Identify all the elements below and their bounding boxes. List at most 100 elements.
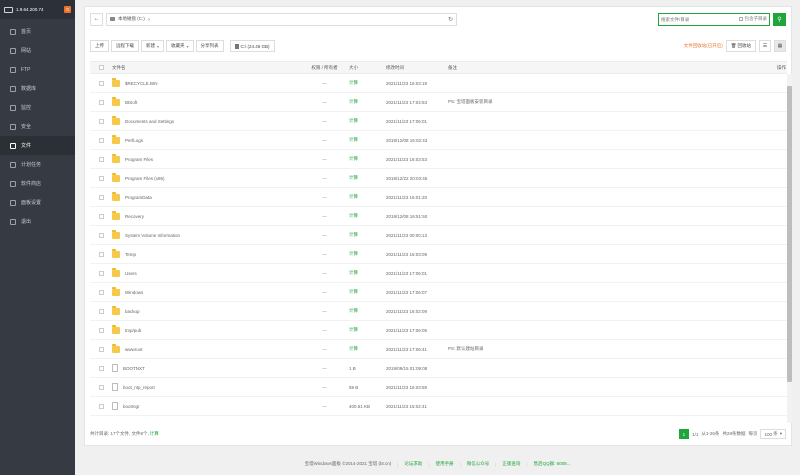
row-checkbox[interactable] [98, 137, 104, 143]
file-name[interactable]: ProgramData [125, 195, 152, 200]
sidebar-item-5[interactable]: 安全 [0, 117, 75, 136]
file-size[interactable]: 计算 [349, 346, 386, 352]
row-checkbox[interactable] [98, 194, 104, 200]
row-checkbox[interactable] [98, 346, 104, 352]
table-row[interactable]: BOOTNXT --- 1 B 2019/09/15 01:09:08 [90, 359, 787, 378]
footer-link[interactable]: 售后QQ群: 6008... [534, 461, 571, 467]
table-row[interactable]: bootmgr --- 400.51 KB 2021/11/23 15:02:41 [90, 397, 787, 416]
file-size[interactable]: 计算 [349, 194, 386, 200]
page-current[interactable]: 1 [678, 429, 690, 439]
select-all-checkbox[interactable] [98, 65, 104, 70]
file-name[interactable]: backup [125, 309, 140, 314]
file-name[interactable]: Temp [125, 252, 136, 257]
upload-button[interactable]: 上传 [90, 40, 109, 52]
file-size[interactable]: 计算 [349, 308, 386, 314]
share-list-button[interactable]: 分享列表 [195, 40, 224, 52]
sidebar-item-8[interactable]: 软件商店 [0, 174, 75, 193]
row-checkbox[interactable] [98, 156, 104, 162]
file-name-cell[interactable]: Temp [112, 249, 300, 258]
row-checkbox[interactable] [98, 213, 104, 219]
table-row[interactable]: PerfLogs --- 计算 2019/12/08 16:02:43 [90, 131, 787, 150]
table-row[interactable]: tmp/pub --- 计算 2021/11/23 17:06:05 [90, 321, 787, 340]
file-name[interactable]: Recovery [125, 214, 144, 219]
refresh-icon[interactable]: ↻ [448, 16, 453, 23]
table-row[interactable]: ProgramData --- 计算 2021/11/23 16:01:20 [90, 188, 787, 207]
row-checkbox[interactable] [98, 175, 104, 181]
grid-view-button[interactable]: ▦ [774, 40, 786, 52]
subdir-checkbox[interactable] [738, 17, 743, 21]
file-size[interactable]: 计算 [349, 118, 386, 124]
table-row[interactable]: Program Files (x86) --- 计算 2019/12/22 20:03… [90, 169, 787, 188]
file-size[interactable]: 计算 [349, 175, 386, 181]
file-name-cell[interactable]: Recovery [112, 211, 300, 220]
table-row[interactable]: Program Files --- 计算 2021/11/23 16:03:53 [90, 150, 787, 169]
col-date[interactable]: 修改时间 [386, 65, 448, 71]
table-row[interactable]: backup --- 计算 2021/11/23 16:02:09 [90, 302, 787, 321]
sidebar-item-0[interactable]: 首页 [0, 22, 75, 41]
sidebar-item-10[interactable]: 退出 [0, 212, 75, 231]
table-row[interactable]: Documents and Settings --- 计算 2021/11/23 17… [90, 112, 787, 131]
file-name[interactable]: boot_ntp_report [123, 385, 155, 390]
file-name-cell[interactable]: wwwroot [112, 344, 300, 353]
search-input[interactable] [661, 16, 737, 22]
file-name-cell[interactable]: $RECYCLE.BIN [112, 78, 300, 87]
file-name[interactable]: wwwroot [125, 347, 143, 352]
file-name-cell[interactable]: backup [112, 306, 300, 315]
row-checkbox[interactable] [98, 80, 104, 86]
file-name-cell[interactable]: Users [112, 268, 300, 277]
file-name[interactable]: System Volume Information [125, 233, 180, 238]
row-checkbox[interactable] [98, 289, 104, 295]
file-size[interactable]: 计算 [349, 99, 386, 105]
sidebar-item-6[interactable]: 文件 [0, 136, 75, 155]
notification-badge[interactable]: 0 [64, 6, 71, 13]
file-name[interactable]: tmp/pub [125, 328, 141, 333]
back-button[interactable]: ← [90, 12, 103, 26]
table-row[interactable]: $RECYCLE.BIN --- 计算 2021/11/23 16:03:19 [90, 74, 787, 93]
favorites-button[interactable]: 收藏夹 ▾ [166, 40, 194, 52]
table-row[interactable]: BtSoft --- 计算 2021/11/23 17:04:53 PS: 宝塔面板安装… [90, 93, 787, 112]
row-checkbox[interactable] [98, 118, 104, 124]
row-checkbox[interactable] [98, 270, 104, 276]
sidebar-item-9[interactable]: 面板设置 [0, 193, 75, 212]
recycle-bin-button[interactable]: 🗑 回收站 [725, 40, 756, 52]
sidebar-item-4[interactable]: 监控 [0, 98, 75, 117]
calc-link[interactable]: 计算 [150, 431, 159, 437]
file-name[interactable]: Users [125, 271, 137, 276]
file-name-cell[interactable]: ProgramData [112, 192, 300, 201]
file-name-cell[interactable]: BOOTNXT [112, 364, 300, 372]
sidebar-item-1[interactable]: 网站 [0, 41, 75, 60]
file-name[interactable]: bootmgr [123, 404, 140, 409]
table-row[interactable]: System Volume Information --- 计算 2021/11/23… [90, 226, 787, 245]
new-button[interactable]: 新建 ▾ [141, 40, 165, 52]
table-row[interactable]: wwwroot --- 计算 2021/11/23 17:06:41 PS: 默认建站目… [90, 340, 787, 359]
file-name[interactable]: Documents and Settings [125, 119, 174, 124]
disk-button[interactable]: C:\ (24.46 GB) [229, 40, 275, 52]
per-page-select[interactable]: 100 条 ▾ [760, 429, 786, 439]
file-name-cell[interactable]: tmp/pub [112, 325, 300, 334]
search-button[interactable]: ⚲ [773, 12, 786, 26]
file-name-cell[interactable]: Documents and Settings [112, 116, 300, 125]
file-name[interactable]: BtSoft [125, 100, 137, 105]
scrollbar-thumb[interactable] [787, 86, 792, 382]
file-name[interactable]: Program Files [125, 157, 153, 162]
file-name[interactable]: BOOTNXT [123, 366, 145, 371]
file-size[interactable]: 计算 [349, 232, 386, 238]
file-size[interactable]: 计算 [349, 80, 386, 86]
file-size[interactable]: 计算 [349, 137, 386, 143]
file-name[interactable]: $RECYCLE.BIN [125, 81, 158, 86]
file-name[interactable]: Program Files (x86) [125, 176, 165, 181]
footer-link[interactable]: 正版查询 [502, 461, 520, 467]
footer-link[interactable]: 论坛求助 [404, 461, 422, 467]
path-segment[interactable]: 本地磁盘 (C:) [118, 16, 145, 22]
file-size[interactable]: 计算 [349, 251, 386, 257]
row-checkbox[interactable] [98, 99, 104, 105]
recycle-status[interactable]: 文件回收站(已开启) [684, 43, 723, 49]
row-checkbox[interactable] [98, 365, 104, 371]
file-name-cell[interactable]: System Volume Information [112, 230, 300, 239]
file-size[interactable]: 计算 [349, 270, 386, 276]
file-name-cell[interactable]: PerfLogs [112, 135, 300, 144]
file-name-cell[interactable]: Windows [112, 287, 300, 296]
file-size[interactable]: 计算 [349, 289, 386, 295]
row-checkbox[interactable] [98, 308, 104, 314]
sidebar-item-2[interactable]: FTP [0, 60, 75, 79]
